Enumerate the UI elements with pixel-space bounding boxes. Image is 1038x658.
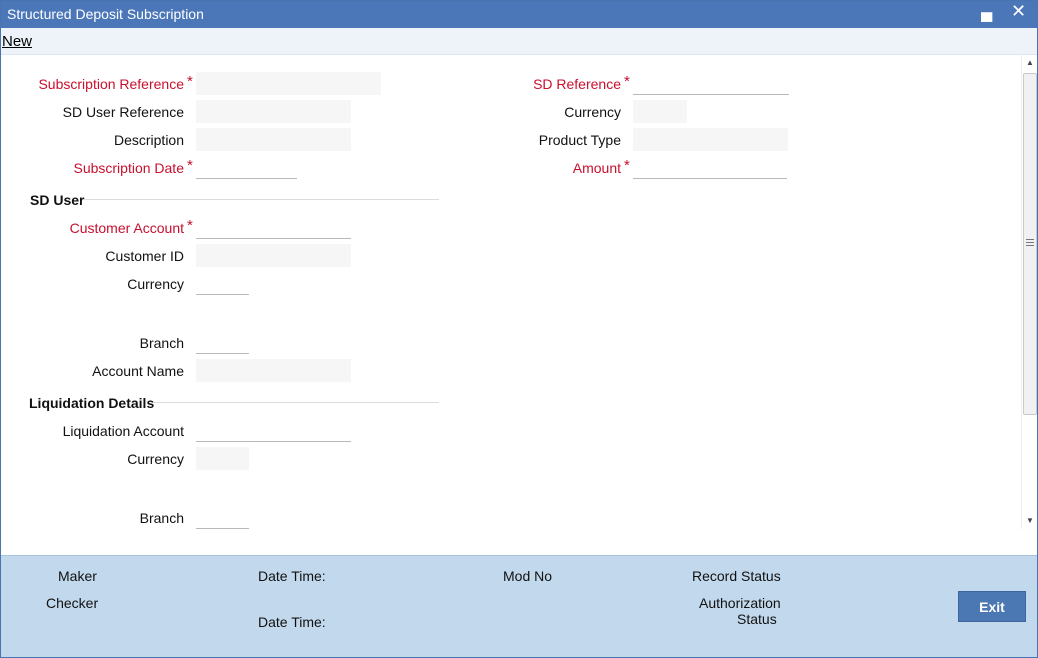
currency-label: Currency [564, 104, 621, 120]
sd-user-branch-label: Branch [139, 335, 184, 351]
close-icon[interactable]: ✕ [1011, 1, 1026, 22]
sd-reference-label: SD Reference [533, 76, 621, 92]
required-marker: * [624, 157, 630, 174]
mod-no-label: Mod No [503, 568, 553, 584]
sd-user-currency-field[interactable] [196, 272, 249, 295]
product-type-label: Product Type [538, 132, 621, 148]
maker-date-time-label: Date Time: [258, 568, 326, 584]
vertical-scrollbar[interactable]: ▲ ▼ [1021, 55, 1037, 529]
subscription-date-label: Subscription Date [73, 160, 184, 176]
exit-button[interactable]: Exit [958, 591, 1026, 622]
amount-label: Amount [572, 160, 621, 176]
toolbar: New [1, 28, 1037, 55]
required-marker: * [187, 217, 193, 234]
title-bar: Structured Deposit Subscription ▄ ✕ [1, 1, 1037, 28]
sd-reference-field[interactable] [633, 72, 789, 95]
subscription-date-field[interactable] [196, 156, 297, 179]
liquidation-branch-field[interactable] [196, 506, 249, 529]
new-link[interactable]: New [2, 33, 32, 50]
form-area: Subscription Reference * SD User Referen… [1, 55, 1021, 555]
liquidation-currency-field[interactable] [196, 447, 249, 470]
sd-user-reference-field[interactable] [196, 100, 351, 123]
customer-id-label: Customer ID [105, 248, 184, 264]
liquidation-branch-label: Branch [139, 510, 184, 526]
subscription-reference-label: Subscription Reference [38, 76, 184, 92]
scroll-up-icon[interactable]: ▲ [1026, 58, 1034, 67]
audit-footer: Maker Checker Date Time: Date Time: Mod … [1, 555, 1037, 657]
section-divider [153, 402, 439, 403]
description-field[interactable] [196, 128, 351, 151]
subscription-window: Structured Deposit Subscription ▄ ✕ New … [0, 0, 1038, 658]
description-label: Description [113, 132, 184, 148]
customer-id-field[interactable] [196, 244, 351, 267]
maker-label: Maker [58, 568, 97, 584]
liquidation-heading: Liquidation Details [29, 395, 155, 411]
checker-date-time-label: Date Time: [258, 614, 326, 630]
account-name-field[interactable] [196, 359, 351, 382]
liquidation-account-label: Liquidation Account [62, 423, 184, 439]
sd-user-heading: SD User [30, 192, 85, 208]
sd-user-branch-field[interactable] [196, 331, 249, 354]
sd-user-currency-label: Currency [127, 276, 184, 292]
required-marker: * [187, 73, 193, 90]
customer-account-field[interactable] [196, 216, 351, 239]
record-status-label: Record Status [692, 568, 781, 584]
customer-account-label: Customer Account [69, 220, 184, 236]
subscription-reference-field[interactable] [196, 72, 381, 95]
required-marker: * [624, 73, 630, 90]
required-marker: * [187, 157, 193, 174]
currency-field[interactable] [633, 100, 687, 123]
scroll-down-icon[interactable]: ▼ [1026, 516, 1034, 525]
authorization-status-label-line1: Authorization [699, 595, 781, 611]
section-divider [84, 199, 439, 200]
liquidation-account-field[interactable] [196, 419, 351, 442]
grip-icon [1026, 239, 1034, 246]
window-title: Structured Deposit Subscription [7, 6, 204, 22]
scrollbar-thumb[interactable] [1023, 73, 1037, 415]
checker-label: Checker [46, 595, 99, 611]
product-type-field[interactable] [633, 128, 788, 151]
liquidation-currency-label: Currency [127, 451, 184, 467]
sd-user-reference-label: SD User Reference [62, 104, 184, 120]
minimize-icon[interactable]: ▄ [981, 4, 992, 22]
account-name-label: Account Name [92, 363, 184, 379]
amount-field[interactable] [633, 156, 787, 179]
authorization-status-label-line2: Status [737, 611, 777, 627]
